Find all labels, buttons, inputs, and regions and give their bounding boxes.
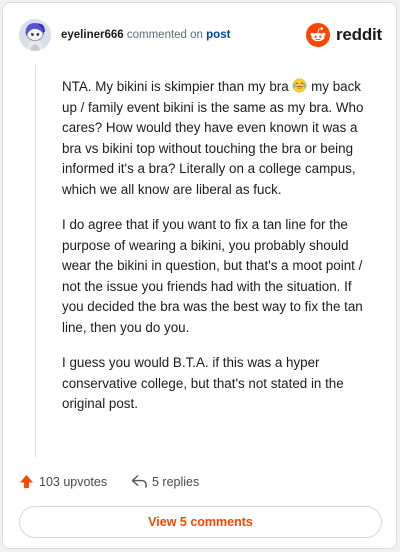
- action-text: commented on: [126, 29, 203, 41]
- comment-paragraph-1: NTA. My bikini is skimpier than my bra m…: [62, 78, 364, 197]
- reddit-logo-icon: [306, 23, 330, 47]
- comment-card: eyeliner666 commented on post reddit NTA…: [2, 2, 397, 549]
- comment-header: eyeliner666 commented on post reddit: [19, 19, 383, 53]
- thread-line[interactable]: [35, 65, 36, 457]
- view-comments-button[interactable]: View 5 comments: [19, 506, 382, 538]
- laughing-crying-emoji-icon: [292, 78, 307, 93]
- post-link[interactable]: post: [206, 29, 230, 41]
- comment-footer: 103 upvotes 5 replies: [19, 471, 380, 493]
- username-link[interactable]: eyeliner666: [61, 29, 124, 41]
- reddit-brand[interactable]: reddit: [306, 23, 383, 47]
- upvote-arrow-icon: [19, 474, 34, 489]
- avatar[interactable]: [19, 19, 51, 51]
- comment-body: NTA. My bikini is skimpier than my bra m…: [62, 77, 374, 430]
- reply-arrow-icon: [131, 475, 147, 488]
- replies-count: 5 replies: [152, 475, 200, 489]
- upvote-count: 103 upvotes: [39, 475, 108, 489]
- reddit-wordmark: reddit: [336, 25, 383, 44]
- comment-paragraph-3: I guess you would B.T.A. if this was a h…: [62, 355, 344, 411]
- snoo-avatar-icon: [19, 19, 51, 51]
- comment-meta: eyeliner666 commented on post: [61, 29, 230, 41]
- comment-paragraph-2: I do agree that if you want to fix a tan…: [62, 217, 363, 335]
